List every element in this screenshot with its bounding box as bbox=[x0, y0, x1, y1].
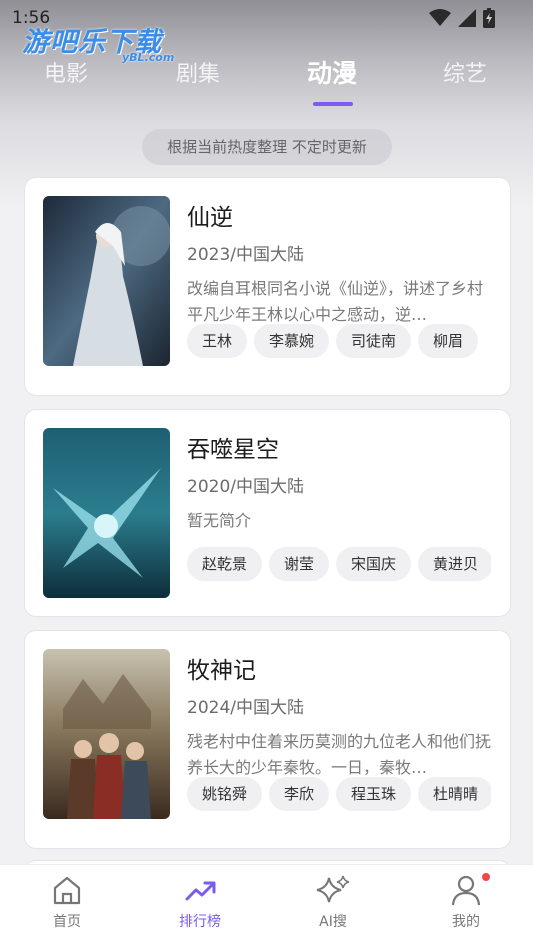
home-icon bbox=[22, 873, 112, 907]
update-notice: 根据当前热度整理 不定时更新 bbox=[142, 129, 392, 165]
tab-series[interactable]: 剧集 bbox=[176, 56, 220, 88]
cast-tag[interactable]: 李欣 bbox=[269, 777, 330, 811]
nav-ranking[interactable]: 排行榜 bbox=[155, 873, 245, 931]
item-title: 仙逆 bbox=[187, 205, 233, 231]
tab-variety[interactable]: 综艺 bbox=[443, 56, 487, 88]
ranking-card[interactable]: 仙逆 2023/中国大陆 改编自耳根同名小说《仙逆》，讲述了乡村平凡少年王林以心… bbox=[24, 177, 511, 396]
nav-ai-search[interactable]: AI搜 bbox=[288, 873, 378, 931]
cast-tags: 姚铭舜 李欣 程玉珠 杜晴晴 bbox=[187, 777, 491, 815]
item-description: 改编自耳根同名小说《仙逆》，讲述了乡村平凡少年王林以心中之感动，逆… bbox=[187, 279, 484, 324]
poster-image bbox=[43, 649, 170, 819]
cast-tag[interactable]: 姚铭舜 bbox=[187, 777, 263, 811]
tab-anime[interactable]: 动漫 bbox=[307, 54, 357, 90]
nav-profile[interactable]: 我的 bbox=[421, 873, 511, 931]
item-meta: 2024/中国大陆 bbox=[187, 698, 304, 718]
nav-profile-label: 我的 bbox=[452, 914, 480, 930]
user-icon bbox=[421, 873, 511, 907]
cast-tag[interactable]: 司徒南 bbox=[336, 324, 412, 358]
ranking-card[interactable]: 吞噬星空 2020/中国大陆 暂无简介 赵乾景 谢莹 宋国庆 黄进贝 bbox=[24, 409, 511, 617]
cast-tag[interactable]: 黄进贝 bbox=[418, 547, 491, 581]
nav-ranking-label: 排行榜 bbox=[179, 914, 221, 930]
sparkle-icon bbox=[288, 873, 378, 907]
cast-tags: 赵乾景 谢莹 宋国庆 黄进贝 bbox=[187, 547, 491, 585]
cast-tag[interactable]: 程玉珠 bbox=[336, 777, 412, 811]
nav-home[interactable]: 首页 bbox=[22, 873, 112, 931]
battery-icon bbox=[483, 8, 495, 28]
item-meta: 2023/中国大陆 bbox=[187, 245, 304, 265]
cast-tag[interactable]: 杜晴晴 bbox=[418, 777, 491, 811]
item-meta: 2020/中国大陆 bbox=[187, 477, 304, 497]
wifi-icon bbox=[429, 9, 451, 27]
cast-tag[interactable]: 宋国庆 bbox=[336, 547, 412, 581]
cellular-signal-icon bbox=[458, 9, 476, 27]
cast-tag[interactable]: 柳眉 bbox=[418, 324, 479, 358]
category-tabs: 电影 剧集 动漫 综艺 bbox=[0, 52, 533, 112]
cast-tag[interactable]: 李慕婉 bbox=[254, 324, 330, 358]
cast-tag[interactable]: 谢莹 bbox=[269, 547, 330, 581]
active-tab-indicator bbox=[313, 102, 353, 106]
nav-ai-search-label: AI搜 bbox=[319, 914, 347, 930]
status-icons bbox=[429, 8, 495, 28]
cast-tags: 王林 李慕婉 司徒南 柳眉 bbox=[187, 324, 491, 362]
poster-image bbox=[43, 196, 170, 366]
cast-tag[interactable]: 赵乾景 bbox=[187, 547, 263, 581]
bottom-navigation: 首页 排行榜 AI搜 我的 bbox=[0, 864, 533, 949]
ranking-card[interactable]: 牧神记 2024/中国大陆 残老村中住着来历莫测的九位老人和他们抚养长大的少年秦… bbox=[24, 630, 511, 849]
trending-icon bbox=[155, 873, 245, 907]
item-title: 吞噬星空 bbox=[187, 437, 279, 463]
item-description: 暂无简介 bbox=[187, 511, 252, 530]
notification-badge bbox=[482, 873, 490, 881]
tab-movies[interactable]: 电影 bbox=[44, 56, 88, 88]
poster-image bbox=[43, 428, 170, 598]
cast-tag[interactable]: 王林 bbox=[187, 324, 248, 358]
nav-home-label: 首页 bbox=[53, 914, 81, 930]
item-description: 残老村中住着来历莫测的九位老人和他们抚养长大的少年秦牧。一日，秦牧… bbox=[187, 732, 492, 777]
item-title: 牧神记 bbox=[187, 658, 256, 684]
